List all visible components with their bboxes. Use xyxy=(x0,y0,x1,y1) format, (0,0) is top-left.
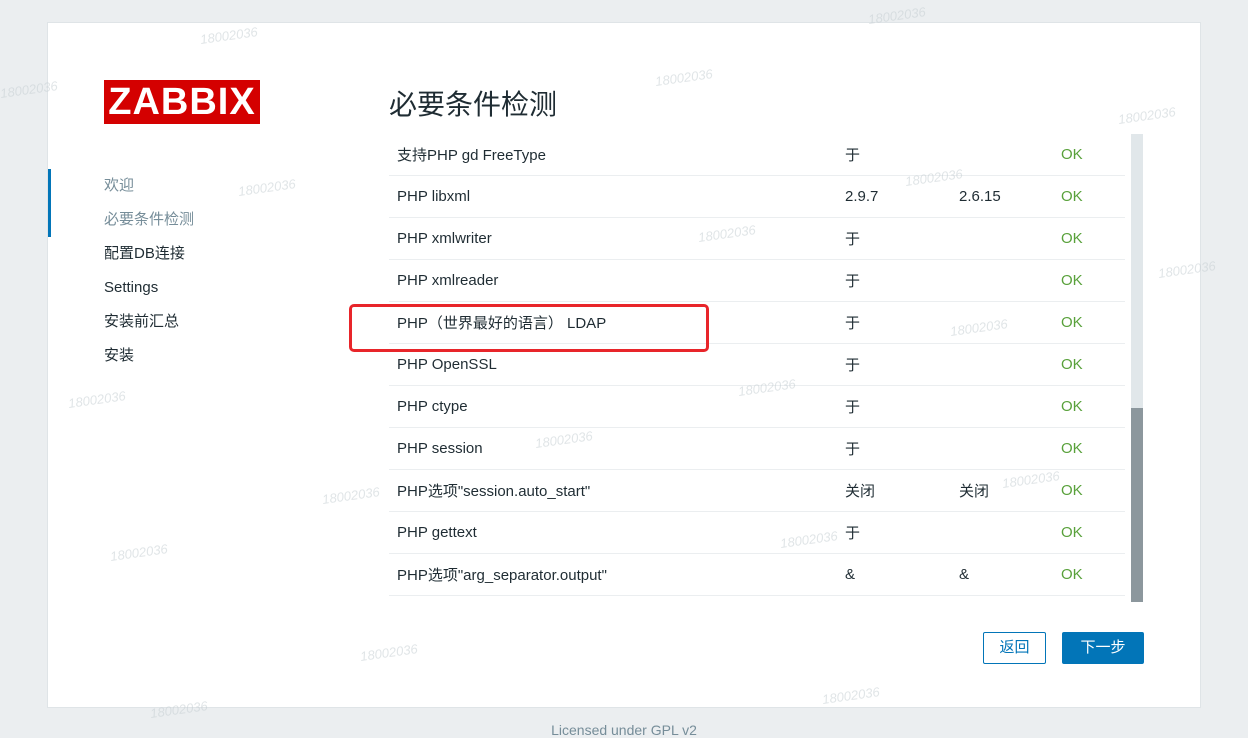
setup-steps-nav: 欢迎 必要条件检测 配置DB连接 Settings 安装前汇总 安装 xyxy=(48,169,248,373)
table-row: PHP gettext 于 OK xyxy=(389,511,1125,554)
status-ok: OK xyxy=(1053,217,1125,260)
table-row: PHP xmlreader 于 OK xyxy=(389,259,1125,302)
page-title: 必要条件检测 xyxy=(389,89,558,120)
requirement-name: PHP gettext xyxy=(389,511,837,554)
table-row: 支持PHP gd FreeType 于 OK xyxy=(389,134,1125,176)
requirement-name: PHP xmlreader xyxy=(389,259,837,302)
required-value xyxy=(951,134,1053,176)
required-value xyxy=(951,259,1053,302)
prerequisites-table-container: 支持PHP gd FreeType 于 OK PHP libxml 2.9.7 2.6.1… xyxy=(389,134,1125,602)
table-row: PHP xmlwriter 于 OK xyxy=(389,217,1125,260)
requirement-name: 支持PHP gd FreeType xyxy=(389,134,837,176)
required-value xyxy=(951,217,1053,260)
current-value: 于 xyxy=(837,217,951,260)
current-value: 于 xyxy=(837,343,951,386)
step-pre-install-summary[interactable]: 安装前汇总 xyxy=(48,305,248,339)
current-value: 于 xyxy=(837,134,951,176)
status-ok: OK xyxy=(1053,553,1125,596)
table-row: PHP ctype 于 OK xyxy=(389,385,1125,428)
required-value xyxy=(951,427,1053,470)
step-prerequisites[interactable]: 必要条件检测 xyxy=(48,203,248,237)
zabbix-logo: ZABBIX xyxy=(104,80,260,124)
table-row: PHP选项"arg_separator.output" & & OK xyxy=(389,553,1125,596)
current-value: 于 xyxy=(837,511,951,554)
requirement-name: PHP xmlwriter xyxy=(389,217,837,260)
table-row: PHP libxml 2.9.7 2.6.15 OK xyxy=(389,175,1125,218)
status-ok: OK xyxy=(1053,511,1125,554)
highlight-annotation-box xyxy=(349,304,709,352)
current-value: 2.9.7 xyxy=(837,175,951,218)
license-footer: Licensed under GPL v2 xyxy=(551,722,697,738)
status-ok: OK xyxy=(1053,175,1125,218)
requirement-name: PHP session xyxy=(389,427,837,470)
status-ok: OK xyxy=(1053,259,1125,302)
required-value xyxy=(951,301,1053,344)
step-db-connection[interactable]: 配置DB连接 xyxy=(48,237,248,271)
current-value: 于 xyxy=(837,259,951,302)
step-install[interactable]: 安装 xyxy=(48,339,248,373)
table-row: PHP选项"session.auto_start" 关闭 关闭 OK xyxy=(389,469,1125,512)
prerequisites-table: 支持PHP gd FreeType 于 OK PHP libxml 2.9.7 2.6.1… xyxy=(389,134,1125,596)
requirement-name: PHP libxml xyxy=(389,175,837,218)
scrollbar-thumb[interactable] xyxy=(1131,408,1143,602)
current-value: 关闭 xyxy=(837,469,951,512)
required-value xyxy=(951,343,1053,386)
current-value: 于 xyxy=(837,427,951,470)
current-value: & xyxy=(837,553,951,596)
table-row: PHP session 于 OK xyxy=(389,427,1125,470)
required-value xyxy=(951,511,1053,554)
requirement-name: PHP选项"arg_separator.output" xyxy=(389,553,837,596)
current-value: 于 xyxy=(837,385,951,428)
requirement-name: PHP选项"session.auto_start" xyxy=(389,469,837,512)
current-value: 于 xyxy=(837,301,951,344)
status-ok: OK xyxy=(1053,469,1125,512)
status-ok: OK xyxy=(1053,134,1125,176)
table-scrollbar[interactable] xyxy=(1131,134,1143,602)
step-settings[interactable]: Settings xyxy=(48,271,248,305)
setup-card: ZABBIX 欢迎 必要条件检测 配置DB连接 Settings 安装前汇总 安… xyxy=(47,22,1201,708)
required-value: & xyxy=(951,553,1053,596)
status-ok: OK xyxy=(1053,301,1125,344)
status-ok: OK xyxy=(1053,427,1125,470)
status-ok: OK xyxy=(1053,385,1125,428)
requirement-name: PHP ctype xyxy=(389,385,837,428)
required-value: 关闭 xyxy=(951,469,1053,512)
required-value: 2.6.15 xyxy=(951,175,1053,218)
back-button[interactable]: 返回 xyxy=(983,632,1046,664)
step-welcome[interactable]: 欢迎 xyxy=(48,169,248,203)
required-value xyxy=(951,385,1053,428)
next-step-button[interactable]: 下一步 xyxy=(1062,632,1144,664)
status-ok: OK xyxy=(1053,343,1125,386)
